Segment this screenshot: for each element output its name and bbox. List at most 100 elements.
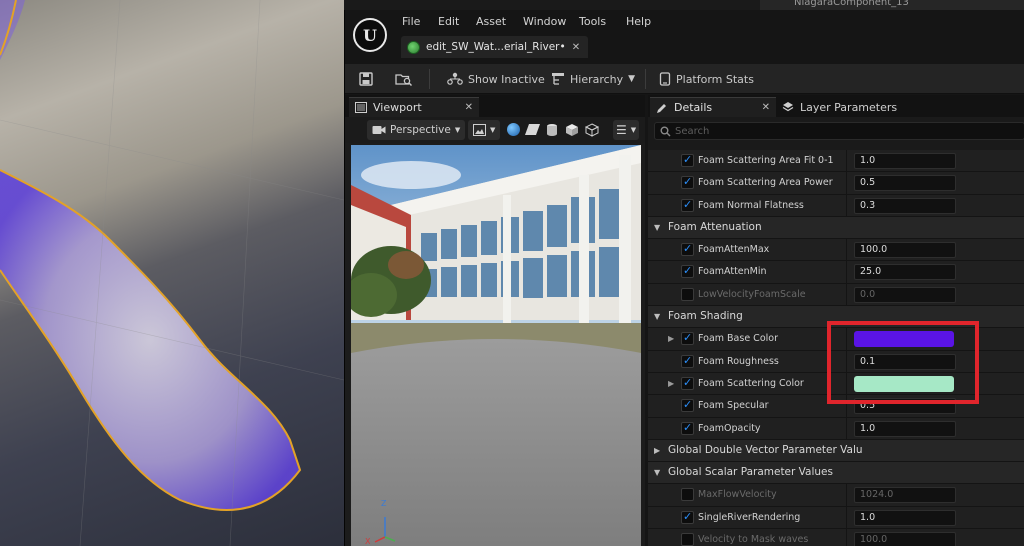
column-divider [846, 261, 847, 283]
override-checkbox[interactable] [681, 376, 694, 390]
browse-button[interactable] [395, 70, 413, 88]
save-icon [359, 72, 373, 86]
property-name: FoamAttenMax [698, 244, 770, 256]
chevron-down-icon[interactable]: ▼ [654, 312, 660, 321]
color-swatch[interactable] [854, 331, 954, 348]
property-row: Foam Scattering Area Fit 0-1 1.0 [648, 150, 1024, 173]
tab-viewport[interactable]: Viewport ✕ [349, 97, 479, 117]
property-row: ▶ Foam Base Color [648, 328, 1024, 351]
value-field[interactable]: 100.0 [854, 242, 956, 259]
show-inactive-icon [447, 72, 463, 85]
custom-mesh-preview-icon[interactable] [584, 122, 600, 137]
override-checkbox[interactable] [681, 242, 694, 257]
camera-icon [372, 126, 386, 134]
column-divider [846, 395, 847, 417]
override-checkbox[interactable] [681, 354, 694, 368]
override-checkbox[interactable] [681, 175, 694, 190]
override-checkbox[interactable] [681, 421, 694, 435]
chevron-right-icon[interactable]: ▶ [668, 379, 674, 388]
value-field[interactable]: 0.0 [854, 286, 956, 303]
value-field[interactable]: 100.0 [854, 532, 956, 546]
property-name: MaxFlowVelocity [698, 489, 777, 501]
category-name: Foam Attenuation [668, 220, 762, 233]
platform-stats-button[interactable]: Platform Stats [659, 70, 754, 88]
category-row[interactable]: ▼ Foam Attenuation [648, 216, 1024, 240]
override-checkbox[interactable] [681, 488, 694, 502]
perspective-dropdown[interactable]: Perspective ▼ [367, 120, 466, 140]
category-row[interactable]: ▶ Global Double Vector Parameter Valu [648, 439, 1024, 463]
override-checkbox[interactable] [681, 264, 694, 279]
column-divider [846, 529, 847, 546]
unreal-logo-icon[interactable]: U [353, 18, 387, 52]
tab-details[interactable]: Details ✕ [650, 97, 776, 117]
cube-preview-icon[interactable] [565, 122, 579, 136]
override-checkbox[interactable] [681, 198, 694, 212]
close-icon[interactable]: ✕ [465, 102, 473, 113]
close-icon[interactable]: ✕ [762, 102, 770, 113]
value-field[interactable]: 0.5 [854, 398, 956, 415]
show-inactive-label: Show Inactive [468, 72, 545, 86]
override-checkbox[interactable] [681, 398, 694, 413]
property-name: SingleRiverRendering [698, 511, 801, 523]
chevron-down-icon[interactable]: ▼ [654, 223, 660, 232]
chevron-right-icon[interactable]: ▶ [668, 334, 674, 343]
override-checkbox[interactable] [681, 331, 694, 346]
property-row: Foam Scattering Area Power 0.5 [648, 172, 1024, 195]
show-inactive-button[interactable]: Show Inactive [447, 70, 545, 88]
sphere-preview-icon[interactable] [507, 123, 520, 136]
chevron-right-icon[interactable]: ▶ [654, 446, 660, 455]
value-field[interactable]: 0.3 [854, 197, 956, 214]
close-icon[interactable]: ✕ [572, 42, 580, 53]
column-divider [846, 239, 847, 261]
property-row: Foam Roughness 0.1 [648, 350, 1024, 373]
hierarchy-icon [552, 73, 564, 85]
menu-window[interactable]: Window [523, 15, 566, 28]
value-field[interactable]: 0.1 [854, 353, 956, 370]
column-divider [846, 350, 847, 372]
building-environment-preview [351, 145, 641, 546]
outliner-item: NiagaraComponent_13 [794, 0, 909, 8]
property-row: FoamOpacity 1.0 [648, 417, 1024, 440]
menu-file[interactable]: File [402, 15, 420, 28]
material-editor-window: U File Edit Asset Window Tools Help edit… [344, 10, 1024, 546]
override-checkbox[interactable] [681, 153, 694, 167]
menu-edit[interactable]: Edit [438, 15, 459, 28]
search-box[interactable] [654, 122, 1024, 140]
hierarchy-button[interactable]: Hierarchy ▼ [551, 70, 635, 88]
property-name: Foam Scattering Area Fit 0-1 [698, 155, 834, 166]
value-field[interactable]: 1.0 [854, 420, 956, 437]
image-icon [473, 124, 486, 136]
cylinder-preview-icon[interactable] [545, 122, 559, 136]
value-field[interactable]: 1024.0 [854, 487, 956, 504]
viewport-options-button[interactable]: ☰ ▼ [613, 120, 640, 140]
property-list: Foam Scattering Area Fit 0-11.0Foam Scat… [648, 150, 1024, 546]
axis-z-label: Z [381, 499, 387, 508]
plane-preview-icon[interactable] [524, 124, 541, 135]
value-field[interactable]: 25.0 [854, 264, 956, 281]
override-checkbox[interactable] [681, 287, 694, 301]
property-name: Foam Specular [698, 400, 769, 412]
property-row: Foam Normal Flatness 0.3 [648, 194, 1024, 217]
save-button[interactable] [359, 70, 373, 88]
value-field[interactable]: 1.0 [854, 509, 956, 526]
viewport-preview-render[interactable]: Z X [351, 145, 641, 546]
value-field[interactable]: 0.5 [854, 175, 956, 192]
color-swatch[interactable] [854, 375, 954, 392]
view-mode-dropdown[interactable]: ▼ [468, 120, 501, 140]
menu-tools[interactable]: Tools [579, 15, 606, 28]
document-tab[interactable]: edit_SW_Wat...erial_River• ✕ [401, 36, 589, 58]
axis-x-label: X [365, 537, 371, 546]
override-checkbox[interactable] [681, 510, 694, 524]
property-row: FoamAttenMin 25.0 [648, 261, 1024, 284]
category-row[interactable]: ▼ Foam Shading [648, 306, 1024, 329]
menu-asset[interactable]: Asset [476, 15, 506, 28]
menu-help[interactable]: Help [626, 15, 651, 28]
override-checkbox[interactable] [681, 533, 694, 546]
tab-layer-parameters[interactable]: Layer Parameters [782, 97, 897, 117]
property-name: LowVelocityFoamScale [698, 288, 806, 300]
search-input[interactable] [675, 123, 1015, 139]
category-row[interactable]: ▼ Global Scalar Parameter Values [648, 462, 1024, 485]
value-field[interactable]: 1.0 [854, 153, 956, 169]
column-divider [846, 328, 847, 350]
chevron-down-icon[interactable]: ▼ [654, 468, 660, 477]
